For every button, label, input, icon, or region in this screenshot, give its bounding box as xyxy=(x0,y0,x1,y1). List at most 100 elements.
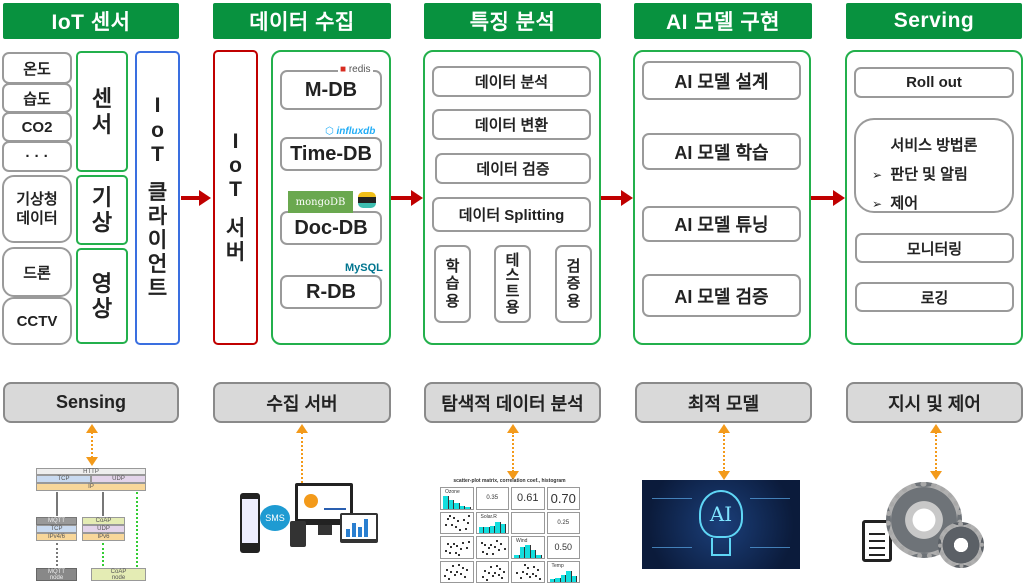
serving-method-title: 서비스 방법론 xyxy=(890,137,978,154)
scatter-cell xyxy=(440,560,474,583)
scatter-point xyxy=(465,569,468,572)
sensor-item-temperature: 온도 xyxy=(2,52,72,84)
group-video: 영 상 xyxy=(76,248,128,344)
correlation-cell: 0.35 xyxy=(475,487,509,510)
scatter-point xyxy=(451,523,454,526)
header-data-collection: 데이터 수집 xyxy=(213,3,391,39)
sensor-item-drone: 드론 xyxy=(2,247,72,297)
small-gear-icon xyxy=(938,522,984,568)
scatter-point xyxy=(484,569,487,572)
iot-client-char: 언 xyxy=(147,253,168,277)
dotted-arrow-sensing xyxy=(86,424,98,466)
sensor-item-co2: CO2 xyxy=(2,112,72,142)
histogram-cell: Ozone xyxy=(440,487,474,510)
scatter-point xyxy=(450,571,453,574)
sensor-item-more: · · · xyxy=(2,141,72,172)
flow-arrow-3 xyxy=(601,190,633,206)
iot-server-char: T xyxy=(229,178,242,202)
header-feature-analysis: 특징 분석 xyxy=(424,3,601,39)
bullet-icon: ➢ xyxy=(872,168,883,182)
histogram-bar xyxy=(500,524,506,533)
iot-client-char: 이 xyxy=(147,229,168,253)
scatter-point xyxy=(531,572,534,575)
iot-client-char: 라 xyxy=(147,205,168,228)
iot-client-char: 트 xyxy=(147,277,168,301)
scatter-matrix-illustration: scatter-plot matrix, correlation coef., … xyxy=(432,478,587,584)
protocol-link xyxy=(136,492,138,567)
bullet-icon: ➢ xyxy=(872,197,883,211)
split-train: 학 습 용 xyxy=(434,245,471,323)
scatter-point xyxy=(444,575,447,578)
redis-icon: ■ xyxy=(340,64,347,75)
model-item-training: AI 모델 학습 xyxy=(642,133,801,170)
feature-item-splitting: 데이터 Splitting xyxy=(432,197,591,232)
iot-client-char: T xyxy=(151,142,164,166)
scatter-point xyxy=(537,568,540,571)
serving-rollout: Roll out xyxy=(854,67,1014,98)
db-time-db: Time-DB xyxy=(280,137,382,171)
model-item-tuning: AI 모델 튜닝 xyxy=(642,206,801,242)
feature-item-validation: 데이터 검증 xyxy=(435,153,591,184)
scatter-point xyxy=(446,518,449,521)
correlation-cell: 0.25 xyxy=(546,511,580,534)
protocol-stack-illustration: HTTP TCP UDP IP MQTT TCP IPv4/6 CoAP UDP… xyxy=(36,468,146,581)
sensor-item-humidity: 습도 xyxy=(2,83,72,113)
db-r-db: R-DB xyxy=(280,275,382,309)
iot-server-char: 서 xyxy=(225,216,246,240)
serving-method: 서비스 방법론 ➢ 판단 및 알림 ➢ 제어 xyxy=(854,118,1014,213)
circuit-lines xyxy=(652,498,692,548)
scatter-point xyxy=(458,564,460,567)
feature-item-analysis: 데이터 분석 xyxy=(432,66,591,97)
iot-server-char: o xyxy=(229,154,242,178)
scatter-point xyxy=(458,554,461,557)
scatter-point xyxy=(449,514,452,517)
dotted-arrow-control xyxy=(930,424,942,480)
histogram-cell: Solar.R xyxy=(475,511,509,534)
scatter-point xyxy=(461,566,464,569)
scatter-point xyxy=(462,519,465,522)
scatter-point xyxy=(527,567,530,570)
scatter-point xyxy=(456,545,459,548)
label-sensing: Sensing xyxy=(3,382,179,423)
scatter-point xyxy=(456,570,459,573)
scatter-point xyxy=(444,549,447,552)
scatter-point xyxy=(485,578,488,581)
correlation-value: 0.70 xyxy=(550,490,576,506)
scatter-point xyxy=(488,547,491,550)
scatter-point xyxy=(499,542,502,545)
scatter-cell xyxy=(440,511,474,534)
scatter-point xyxy=(466,547,469,550)
scatter-point xyxy=(515,571,518,574)
sms-bubble-icon: SMS xyxy=(260,505,290,531)
protocol-udp: UDP xyxy=(91,475,146,483)
influxdb-icon: ⬡ xyxy=(325,126,334,137)
split-test: 테 스 트 용 xyxy=(494,245,531,323)
header-ai-model: AI 모델 구현 xyxy=(634,3,812,39)
scatter-cell xyxy=(475,536,509,559)
scatter-point xyxy=(458,528,461,531)
elasticsearch-icon xyxy=(358,192,376,210)
scatter-point xyxy=(452,517,455,520)
lightbulb-icon: AI xyxy=(699,490,743,538)
scatter-point xyxy=(468,540,471,543)
dotted-arrow-eda xyxy=(507,424,519,480)
scatter-point xyxy=(463,575,466,578)
scatter-cell xyxy=(475,560,509,583)
protocol-tcp: TCP xyxy=(36,475,91,483)
protocol-link xyxy=(56,492,58,516)
scatter-point xyxy=(454,526,457,529)
scatter-point xyxy=(501,576,504,579)
histogram-cell: Wind xyxy=(511,536,545,559)
protocol-coap: CoAP xyxy=(82,517,125,525)
iot-server-char: I xyxy=(232,130,239,154)
scatter-point xyxy=(499,567,502,570)
protocol-mqtt-tcp: TCP xyxy=(36,525,77,533)
protocol-coap-node: CoAP node xyxy=(91,568,146,581)
scatter-point xyxy=(503,548,506,551)
histogram-bar xyxy=(571,576,577,582)
flow-arrow-1 xyxy=(181,190,211,206)
protocol-ipv46: IPv4/6 xyxy=(36,533,77,541)
scatter-point xyxy=(460,547,463,550)
scatter-point xyxy=(539,577,542,580)
group-sensor: 센 서 xyxy=(76,51,128,172)
